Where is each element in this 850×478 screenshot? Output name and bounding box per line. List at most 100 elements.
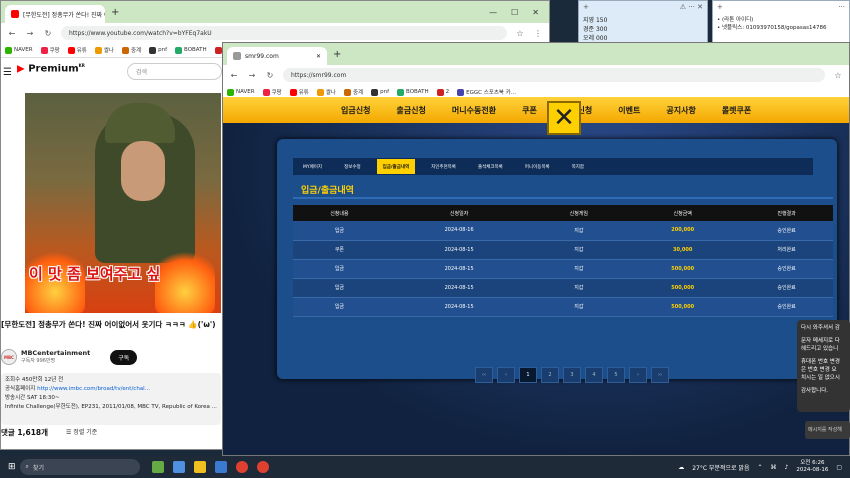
volume-icon[interactable]: ♪ <box>785 464 789 471</box>
subtab[interactable]: 지인추천목록 <box>425 162 462 172</box>
new-tab-icon[interactable]: + <box>333 49 341 60</box>
windows-start-icon[interactable]: ⊞ <box>8 462 16 472</box>
subtab[interactable]: 머니이동목록 <box>519 162 556 172</box>
flame-shape <box>155 243 215 313</box>
subtab[interactable]: 출석체크목록 <box>472 162 509 172</box>
bookmark-item[interactable]: 2 <box>436 88 450 96</box>
tab-title: smr99.com <box>245 52 279 60</box>
tab-site[interactable]: smr99.com ✕ <box>227 47 327 65</box>
star-icon[interactable]: ☆ <box>515 29 525 38</box>
url-input[interactable]: https://www.youtube.com/watch?v=bYFEq7ak… <box>61 26 507 40</box>
bookmark-icon <box>214 46 222 54</box>
bookmark-item[interactable]: BOBATH <box>175 46 207 54</box>
url-input[interactable]: https://smr99.com <box>283 68 825 82</box>
network-icon[interactable]: ⌘ <box>771 464 777 471</box>
sticky-note[interactable]: + ··· • (라톤 아이디) • 넷플릭스: 01093970158/gopas… <box>712 0 850 44</box>
subscribe-button[interactable]: 구독 <box>110 349 138 365</box>
minimize-icon[interactable]: — <box>489 8 497 17</box>
file-explorer-icon[interactable] <box>193 461 206 473</box>
page-button[interactable]: ‹ <box>497 367 515 383</box>
table-cell: 2024-08-15 <box>385 278 533 298</box>
chat-line: 은 번호 변경 요 <box>801 367 837 373</box>
bookmark-label: 2 <box>445 89 450 95</box>
menu-item[interactable]: 출금신청 <box>396 105 425 116</box>
sticky-note[interactable]: + ⚠ ··· ✕ 지영 150 경준 300 오레 000 <box>578 0 708 44</box>
back-icon[interactable]: ← <box>7 29 17 38</box>
chat-input[interactable]: 메시지를 작성해 <box>805 421 850 439</box>
maximize-icon[interactable]: ☐ <box>511 8 518 17</box>
page-button[interactable]: 5 <box>607 367 625 383</box>
page-button[interactable]: 2 <box>541 367 559 383</box>
menu-item[interactable]: 공지사항 <box>666 105 695 116</box>
chat-widget[interactable]: 다시 와주셔서 감 문자 메세지로 다 헤드리고 있습니 휴대폰 번호 변경 은 번호 … <box>797 320 850 412</box>
forward-icon[interactable]: → <box>247 71 257 80</box>
bookmark-item[interactable]: 쌀나 <box>316 88 336 96</box>
close-overlay-button[interactable]: ✕ <box>547 101 581 135</box>
weather-text[interactable]: 27°C 부분적으로 맑음 <box>692 463 749 472</box>
close-icon[interactable]: ✕ <box>316 53 321 60</box>
tray-overflow-icon[interactable]: ⌃ <box>757 464 762 471</box>
star-icon[interactable]: ☆ <box>833 71 843 80</box>
subtab[interactable]: 입금/출금내역 <box>376 159 416 174</box>
back-icon[interactable]: ← <box>229 71 239 80</box>
chrome-icon[interactable] <box>235 461 248 473</box>
menu-item[interactable]: 머니수동전환 <box>452 105 496 116</box>
channel-name[interactable]: MBCentertainment <box>21 349 90 357</box>
reload-icon[interactable]: ↻ <box>265 71 275 80</box>
close-window-icon[interactable]: ✕ <box>532 8 539 17</box>
note-add-icon[interactable]: + <box>583 3 589 15</box>
bookmark-item[interactable]: NAVER <box>227 88 255 96</box>
table-cell: 500,000 <box>625 278 741 298</box>
page-button[interactable]: › <box>629 367 647 383</box>
search-input[interactable]: 검색 <box>127 63 222 80</box>
bookmark-item[interactable]: pnf <box>149 46 167 54</box>
page-button[interactable]: ›› <box>651 367 669 383</box>
subtab[interactable]: MY페이지 <box>297 162 328 172</box>
note-add-icon[interactable]: + <box>717 3 723 15</box>
clock[interactable]: 오전 6:26 2024-08-16 <box>796 460 828 474</box>
page-button[interactable]: 3 <box>563 367 581 383</box>
subtab[interactable]: 쪽지함 <box>566 162 590 172</box>
notification-icon[interactable]: ▢ <box>836 464 842 471</box>
edge-icon[interactable] <box>214 461 227 473</box>
chat-line: 문자 메세지로 다 <box>801 338 840 344</box>
new-tab-icon[interactable]: + <box>111 7 119 18</box>
video-description[interactable]: 조회수 450만회 12년 전 공식홈페이지 http://www.imbc.c… <box>1 373 221 425</box>
taskbar-search-input[interactable]: ⌕ 찾기 <box>19 459 140 475</box>
sort-button[interactable]: ☰ 정렬 기준 <box>66 427 97 436</box>
avatar[interactable]: MBC <box>1 349 17 365</box>
page-button[interactable]: ‹‹ <box>475 367 493 383</box>
menu-item[interactable]: 입금신청 <box>341 105 370 116</box>
widgets-icon[interactable] <box>151 461 164 473</box>
menu-item[interactable]: 롤렛쿠폰 <box>722 105 751 116</box>
search-placeholder: 찾기 <box>32 464 44 472</box>
bookmark-item[interactable]: 쿠팡 <box>262 88 282 96</box>
bookmark-item[interactable]: BOBATH <box>397 88 429 96</box>
page-button[interactable]: 1 <box>519 367 537 383</box>
homepage-link[interactable]: http://www.imbc.com/broad/tv/ent/chal... <box>37 386 150 392</box>
forward-icon[interactable]: → <box>25 29 35 38</box>
chrome-icon[interactable] <box>256 461 269 473</box>
bookmark-item[interactable]: EGGC 스포츠북 카... <box>457 88 516 96</box>
task-view-icon[interactable] <box>172 461 185 473</box>
subtab[interactable]: 정보수정 <box>338 162 367 172</box>
hamburger-icon[interactable]: ☰ <box>3 67 12 78</box>
bookmark-item[interactable]: 쿠팡 <box>40 46 60 54</box>
system-tray: ☁ 27°C 부분적으로 맑음 ⌃ ⌘ ♪ 오전 6:26 2024-08-16… <box>678 460 850 474</box>
bookmark-item[interactable]: 유튜 <box>67 46 87 54</box>
reload-icon[interactable]: ↻ <box>43 29 53 38</box>
menu-item[interactable]: 이벤트 <box>618 105 640 116</box>
bookmark-item[interactable]: 중계 <box>343 88 364 96</box>
bookmark-item[interactable]: 중계 <box>121 46 141 54</box>
page-button[interactable]: 4 <box>585 367 603 383</box>
bookmark-icon <box>397 88 405 96</box>
bookmark-item[interactable]: pnf <box>371 88 389 96</box>
tab-youtube-video[interactable]: [무한도전] 정총무가 쏜다! 진짜 어이없어서 웃기다 ㅋㅋㅋ ✕ <box>5 5 105 23</box>
menu-item[interactable]: 쿠폰 <box>522 105 537 116</box>
youtube-logo[interactable]: ▶ PremiumKR <box>17 63 85 74</box>
menu-icon[interactable]: ⋮ <box>533 29 543 38</box>
bookmark-item[interactable]: 유튜 <box>289 88 309 96</box>
bookmark-item[interactable]: NAVER <box>5 46 33 54</box>
bookmark-item[interactable]: 쌀나 <box>94 46 114 54</box>
bookmark-label: 중계 <box>352 90 364 96</box>
